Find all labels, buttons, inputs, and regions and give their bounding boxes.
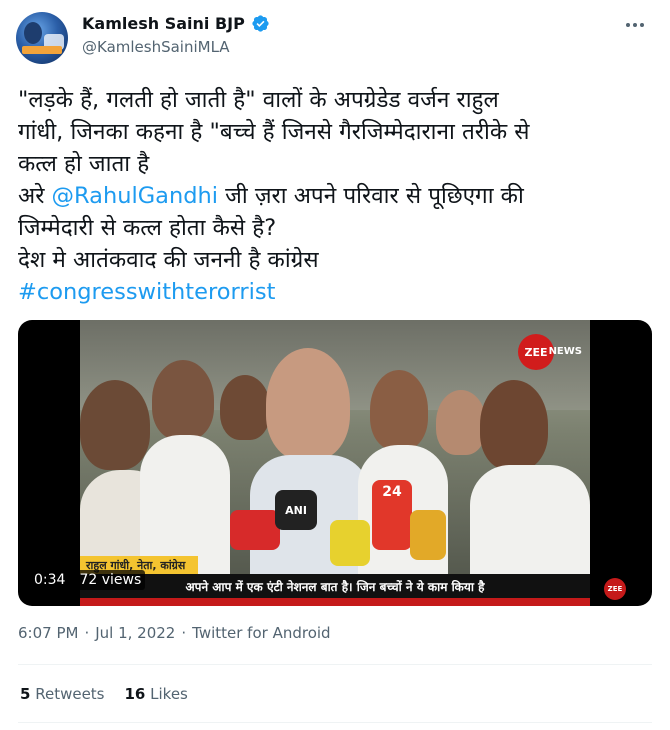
meta-separator: ·: [181, 624, 187, 642]
ticker-accent-bar: [80, 598, 590, 606]
video-frame[interactable]: ANI 24 ZEE NEWS राहुल गांधी, नेता, कांग्…: [80, 320, 590, 606]
divider: [18, 722, 652, 723]
hashtag-link[interactable]: #congresswithterorrist: [18, 276, 658, 308]
tweet-source[interactable]: Twitter for Android: [192, 624, 330, 642]
video-duration: 0:34: [30, 570, 70, 590]
meta-separator: ·: [84, 624, 90, 642]
author-handle[interactable]: @KamleshSainiMLA: [82, 38, 230, 56]
mention-prefix: अरे: [18, 183, 52, 209]
retweets-label: Retweets: [35, 685, 105, 703]
mic-label-24: 24: [372, 480, 412, 550]
more-options-icon[interactable]: [620, 10, 650, 40]
tweet-time[interactable]: 6:07 PM: [18, 624, 78, 642]
tweet-text-line: जिम्मेदारी से कत्ल होता कैसे है?: [18, 215, 277, 241]
likes-label: Likes: [150, 685, 188, 703]
avatar[interactable]: [16, 12, 68, 64]
retweets-count: 5: [20, 685, 31, 703]
tweet-text-line: देश मे आतंकवाद की जननी है कांग्रेस: [18, 247, 319, 273]
verified-badge-icon: [252, 15, 269, 32]
tweet-text-line-with-mention: अरे @RahulGandhi जी ज़रा अपने परिवार से …: [18, 180, 658, 212]
video-player[interactable]: ANI 24 ZEE NEWS राहुल गांधी, नेता, कांग्…: [18, 320, 652, 606]
likes-stat[interactable]: 16 Likes: [125, 685, 188, 703]
author-name-row: Kamlesh Saini BJP: [82, 14, 270, 33]
retweets-stat[interactable]: 5 Retweets: [20, 685, 105, 703]
tweet-text-line: "लड़के हैं, गलती हो जाती है" वालों के अप…: [18, 87, 499, 113]
author-display-name[interactable]: Kamlesh Saini BJP: [82, 14, 245, 33]
tweet-text: "लड़के हैं, गलती हो जाती है" वालों के अप…: [18, 84, 658, 308]
video-views: 72 views: [75, 570, 146, 590]
video-meta: 0:34 72 views: [30, 570, 146, 590]
tweet-meta: 6:07 PM · Jul 1, 2022 · Twitter for Andr…: [18, 624, 331, 642]
divider: [18, 664, 652, 665]
tweet-text-line: कत्ल हो जाता है: [18, 151, 150, 177]
mention-link-rahulgandhi[interactable]: @RahulGandhi: [52, 183, 218, 209]
mention-suffix: जी ज़रा अपने परिवार से पूछिएगा की: [218, 183, 524, 209]
tweet-stats: 5 Retweets 16 Likes: [20, 685, 188, 703]
tweet-card: Kamlesh Saini BJP @KamleshSainiMLA "लड़क…: [0, 0, 670, 730]
likes-count: 16: [124, 685, 146, 703]
zee-watermark-icon: ZEE: [604, 578, 626, 600]
news-ticker: अपने आप में एक एंटी नेशनल बात है। जिन बच…: [80, 574, 590, 598]
tweet-text-line: गांधी, जिनका कहना है "बच्चे हैं जिनसे गै…: [18, 119, 530, 145]
mic-label-ani: ANI: [275, 490, 317, 530]
tweet-date[interactable]: Jul 1, 2022: [95, 624, 175, 642]
channel-name: NEWS: [548, 346, 582, 357]
